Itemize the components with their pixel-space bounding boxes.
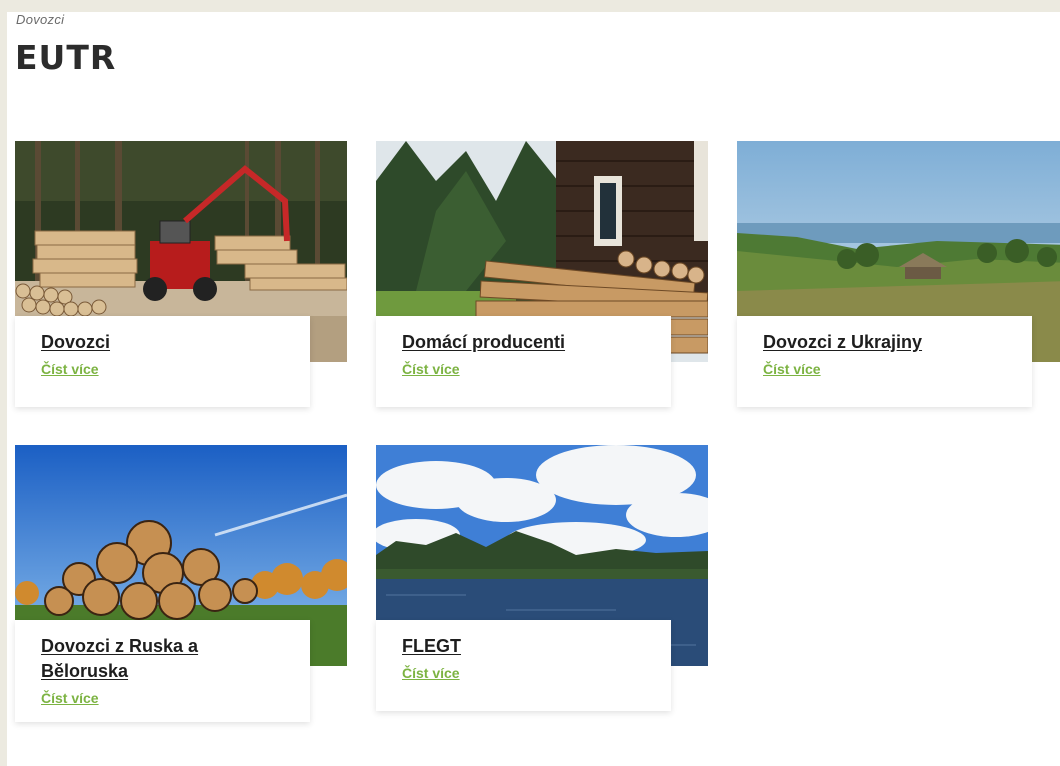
page-content: Dovozci EUTR Dovozci Číst více Domácí pr… [7, 12, 1060, 766]
tile-title-link[interactable]: FLEGT [402, 634, 645, 659]
tile-domaci-producenti[interactable]: Domácí producenti Číst více [376, 141, 708, 411]
page-title: EUTR [15, 38, 117, 77]
breadcrumb[interactable]: Dovozci [16, 12, 64, 27]
read-more-link[interactable]: Číst více [402, 665, 460, 681]
tile-title-link[interactable]: Dovozci [41, 330, 284, 355]
tile-flegt[interactable]: FLEGT Číst více [376, 445, 708, 715]
tile-title-link[interactable]: Dovozci z Ruska a Běloruska [41, 634, 284, 684]
tile-dovozci[interactable]: Dovozci Číst více [15, 141, 347, 411]
tile-card: Dovozci z Ruska a Běloruska Číst více [15, 620, 310, 722]
read-more-link[interactable]: Číst více [41, 690, 99, 706]
tile-card: Dovozci Číst více [15, 316, 310, 407]
read-more-link[interactable]: Číst více [402, 361, 460, 377]
tile-title-link[interactable]: Domácí producenti [402, 330, 645, 355]
read-more-link[interactable]: Číst více [763, 361, 821, 377]
tile-dovozci-z-ukrajiny[interactable]: Dovozci z Ukrajiny Číst více [737, 141, 1060, 411]
tile-dovozci-z-ruska-a-beloruska[interactable]: Dovozci z Ruska a Běloruska Číst více [15, 445, 347, 722]
tile-card: Domácí producenti Číst více [376, 316, 671, 407]
tile-card: FLEGT Číst více [376, 620, 671, 711]
tile-card: Dovozci z Ukrajiny Číst více [737, 316, 1032, 407]
read-more-link[interactable]: Číst více [41, 361, 99, 377]
tile-title-link[interactable]: Dovozci z Ukrajiny [763, 330, 1006, 355]
